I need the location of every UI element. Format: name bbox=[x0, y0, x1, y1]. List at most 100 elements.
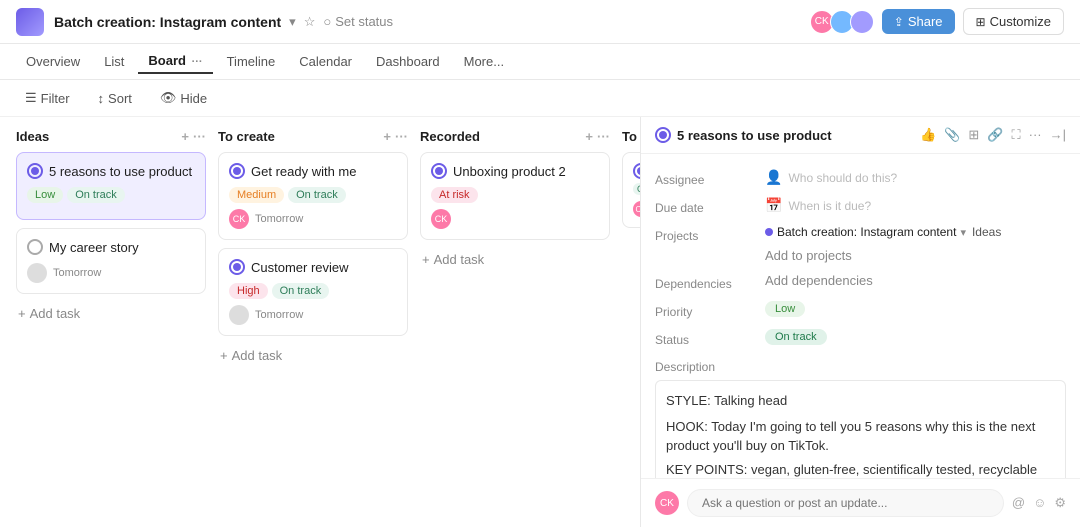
set-status-btn[interactable]: ○ Set status bbox=[323, 14, 393, 29]
tab-timeline[interactable]: Timeline bbox=[217, 50, 286, 73]
card-footer-6: CK bbox=[633, 201, 640, 217]
toolbar: ☰ Filter ↕ Sort 👁 Hide bbox=[0, 80, 1080, 117]
right-panel: 5 reasons to use product 👍 📎 ⊞ 🔗 ⛶ ··· →… bbox=[640, 117, 1080, 527]
hide-button[interactable]: 👁 Hide bbox=[151, 86, 216, 110]
tag-on-track-4: On track bbox=[272, 283, 330, 299]
plus-icon-ideas[interactable]: + bbox=[181, 129, 189, 144]
filter-icon: ☰ bbox=[25, 90, 37, 106]
app-logo bbox=[16, 8, 44, 36]
column-header-ideas: Ideas + ··· bbox=[16, 129, 206, 144]
header-icons: ▾ ☆ ○ Set status bbox=[289, 14, 393, 30]
tab-more[interactable]: More... bbox=[454, 50, 514, 73]
customize-button[interactable]: ⊞ Customize bbox=[963, 8, 1064, 35]
add-task-to-create[interactable]: + Add task bbox=[218, 344, 408, 367]
calendar-icon: 📅 bbox=[765, 197, 782, 214]
panel-row-assignee: Assignee 👤 Who should do this? bbox=[655, 164, 1066, 192]
fullscreen-icon[interactable]: ⛶ bbox=[1012, 127, 1021, 143]
card-5-reasons[interactable]: 5 reasons to use product Low On track bbox=[16, 152, 206, 220]
panel-row-due-date: Due date 📅 When is it due? bbox=[655, 192, 1066, 220]
tab-list[interactable]: List bbox=[94, 50, 134, 73]
link-icon[interactable]: 🔗 bbox=[987, 127, 1003, 143]
tab-overview[interactable]: Overview bbox=[16, 50, 90, 73]
nav-tabs: Ideas Overview List Board ··· Timeline C… bbox=[0, 44, 1080, 80]
share-button[interactable]: ⇪ Share bbox=[882, 9, 955, 34]
layout-icon[interactable]: ⊞ bbox=[968, 127, 979, 143]
thumbsup-icon[interactable]: 👍 bbox=[920, 127, 936, 143]
attach-icon[interactable]: 📎 bbox=[944, 127, 960, 143]
sort-icon: ↕ bbox=[98, 91, 105, 106]
star-icon[interactable]: ☆ bbox=[304, 14, 316, 30]
card-my-career[interactable]: My career story Tomorrow bbox=[16, 228, 206, 294]
ellipsis-icon[interactable]: ··· bbox=[1029, 127, 1042, 143]
chevron-down-icon[interactable]: ▾ bbox=[289, 14, 296, 30]
tag-at-risk: At risk bbox=[431, 187, 478, 203]
more-icon-recorded[interactable]: ··· bbox=[597, 129, 610, 144]
plus-icon-to-create[interactable]: + bbox=[383, 129, 391, 144]
avatar-group: CK bbox=[810, 10, 874, 34]
card-tags-3: Medium On track bbox=[229, 187, 397, 203]
app-header: Batch creation: Instagram content ▾ ☆ ○ … bbox=[0, 0, 1080, 44]
card-title-get-ready: Get ready with me bbox=[229, 163, 397, 179]
comment-emoji-icon[interactable]: ☺ bbox=[1033, 495, 1046, 511]
close-icon[interactable]: →| bbox=[1050, 127, 1066, 143]
card-avatar-5: CK bbox=[431, 209, 451, 229]
card-circle-2 bbox=[27, 239, 43, 255]
desc-key: KEY POINTS: vegan, gluten-free, scientif… bbox=[666, 460, 1055, 479]
panel-header: 5 reasons to use product 👍 📎 ⊞ 🔗 ⛶ ··· →… bbox=[641, 117, 1080, 154]
plus-icon: + bbox=[18, 306, 26, 321]
header-right: CK ⇪ Share ⊞ Customize bbox=[810, 8, 1064, 35]
column-to-create: To create + ··· Get ready with me Medium… bbox=[218, 129, 408, 515]
tab-dashboard[interactable]: Dashboard bbox=[366, 50, 450, 73]
tab-board[interactable]: Board ··· bbox=[138, 49, 212, 74]
add-task-recorded[interactable]: + Add task bbox=[420, 248, 610, 271]
filter-button[interactable]: ☰ Filter bbox=[16, 86, 79, 110]
comment-icons: @ ☺ ⚙ bbox=[1012, 495, 1066, 511]
card-date-4: Tomorrow bbox=[255, 309, 303, 321]
comment-settings-icon[interactable]: ⚙ bbox=[1054, 495, 1066, 511]
column-to-edit: To edi... On CK bbox=[622, 129, 640, 515]
panel-row-projects: Projects Batch creation: Instagram conte… bbox=[655, 220, 1066, 248]
board-columns: Ideas + ··· 5 reasons to use product Low… bbox=[0, 117, 640, 527]
add-task-ideas[interactable]: + Add task bbox=[16, 302, 206, 325]
card-to-edit-1[interactable]: On CK bbox=[622, 152, 640, 228]
add-to-projects-btn[interactable]: Add to projects bbox=[765, 248, 852, 263]
add-dependencies-btn[interactable]: Add dependencies bbox=[765, 273, 873, 288]
panel-row-dependencies: Dependencies Add dependencies bbox=[655, 268, 1066, 296]
plus-icon-2: + bbox=[220, 348, 228, 363]
tag-on-6: On bbox=[633, 183, 640, 195]
comment-input[interactable] bbox=[687, 489, 1004, 517]
tab-calendar[interactable]: Calendar bbox=[289, 50, 362, 73]
card-circle-6 bbox=[633, 163, 640, 179]
tag-low: Low bbox=[27, 187, 63, 203]
card-circle-4 bbox=[229, 259, 245, 275]
card-tags-6: On bbox=[633, 183, 640, 195]
more-icon-ideas[interactable]: ··· bbox=[193, 129, 206, 144]
card-footer-5: CK bbox=[431, 209, 599, 229]
card-title-unboxing: Unboxing product 2 bbox=[431, 163, 599, 179]
clock-icon: ○ bbox=[323, 14, 331, 29]
card-title-my-career: My career story bbox=[27, 239, 195, 255]
card-circle bbox=[27, 163, 43, 179]
comment-at-icon[interactable]: @ bbox=[1012, 495, 1025, 511]
card-date-2: Tomorrow bbox=[53, 267, 101, 279]
more-icon-to-create[interactable]: ··· bbox=[395, 129, 408, 144]
card-unboxing[interactable]: Unboxing product 2 At risk CK bbox=[420, 152, 610, 240]
column-icons-ideas: + ··· bbox=[181, 129, 206, 144]
eye-icon: 👁 bbox=[160, 90, 177, 106]
plus-icon-recorded[interactable]: + bbox=[585, 129, 593, 144]
card-circle-3 bbox=[229, 163, 245, 179]
plus-icon-3: + bbox=[422, 252, 430, 267]
card-customer-review[interactable]: Customer review High On track Tomorrow bbox=[218, 248, 408, 336]
chevron-icon: ▾ bbox=[960, 226, 966, 239]
tag-on-track: On track bbox=[67, 187, 125, 203]
sort-button[interactable]: ↕ Sort bbox=[89, 87, 141, 110]
description-box[interactable]: STYLE: Talking head HOOK: Today I'm goin… bbox=[655, 380, 1066, 478]
card-get-ready[interactable]: Get ready with me Medium On track CK Tom… bbox=[218, 152, 408, 240]
project-tag[interactable]: Batch creation: Instagram content ▾ bbox=[765, 225, 966, 239]
customize-icon: ⊞ bbox=[976, 15, 986, 29]
board-area: Ideas + ··· 5 reasons to use product Low… bbox=[0, 117, 1080, 527]
description-section: Description STYLE: Talking head HOOK: To… bbox=[655, 360, 1066, 478]
card-tags-4: High On track bbox=[229, 283, 397, 299]
panel-body: Assignee 👤 Who should do this? Due date … bbox=[641, 154, 1080, 478]
app-title: Batch creation: Instagram content bbox=[54, 14, 281, 30]
